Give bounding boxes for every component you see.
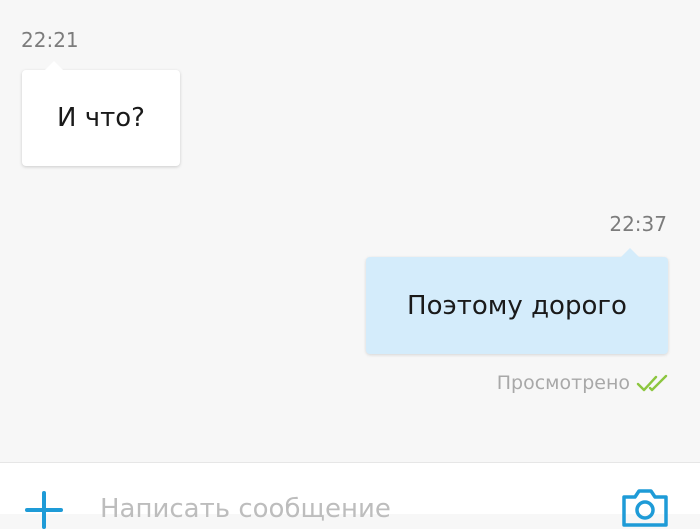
message-text-incoming: И что? (57, 103, 145, 133)
read-status: Просмотрено (497, 372, 670, 394)
message-bubble-incoming[interactable]: И что? (22, 61, 180, 166)
message-input[interactable] (100, 489, 540, 529)
message-bubble-outgoing[interactable]: Поэтому дорого (366, 248, 668, 354)
message-time-outgoing: 22:37 (609, 212, 667, 236)
message-time-incoming: 22:21 (21, 28, 79, 52)
double-check-icon (636, 374, 668, 392)
camera-icon[interactable] (620, 487, 670, 527)
message-composer (0, 462, 700, 529)
plus-icon[interactable] (25, 491, 63, 529)
chat-thread: 22:21 И что? 22:37 Поэтому дорого Просмо… (0, 0, 700, 462)
message-text-outgoing: Поэтому дорого (407, 290, 627, 321)
read-status-label: Просмотрено (496, 372, 630, 394)
